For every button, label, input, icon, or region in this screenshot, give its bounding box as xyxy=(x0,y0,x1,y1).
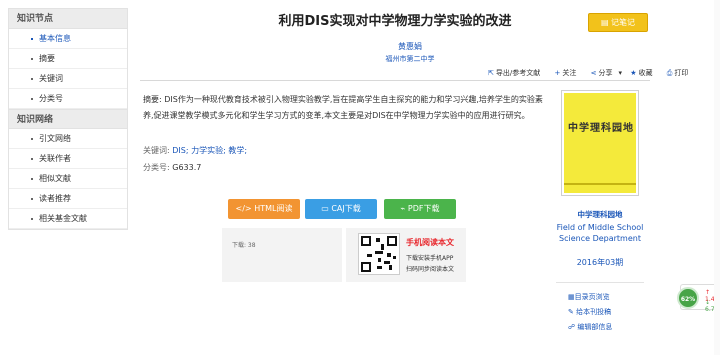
journal-editorial-link[interactable]: ☍ 编辑部信息 xyxy=(568,322,612,332)
page-title: 利用DIS实现对中学物理力学实验的改进 xyxy=(278,14,512,29)
mobile-read-line2: 扫码同步阅读本文 xyxy=(406,266,455,273)
download-count: 下载: 38 xyxy=(232,242,256,249)
sidebar-item-classification[interactable]: 分类号 xyxy=(9,89,127,109)
affiliation-link[interactable]: 福州市第二中学 xyxy=(140,54,680,64)
printer-icon: ⎙ xyxy=(666,69,673,77)
plus-icon: + xyxy=(554,69,561,77)
book-icon: ▭ xyxy=(321,204,332,213)
journal-cover-image[interactable]: 中学理科园地 xyxy=(561,90,639,196)
author-link[interactable]: 黄惠娟 xyxy=(140,41,680,52)
print-tool[interactable]: ⎙ 打印 xyxy=(667,69,695,77)
caj-download-button[interactable]: ▭ CAJ下载 xyxy=(305,199,377,219)
pen-icon: ✎ xyxy=(568,308,577,316)
abstract-block: 摘要: DIS作为一种现代教育技术被引入物理实验教学,旨在提高学生自主探究的能力… xyxy=(143,92,553,124)
mobile-read-line1: 下载安装手机APP xyxy=(406,255,454,262)
journal-submit-link[interactable]: ✎ 给本刊投稿 xyxy=(568,307,611,317)
abstract-label: 摘要: xyxy=(143,95,162,104)
export-label: 导出/参考文献 xyxy=(495,69,541,77)
people-icon: ☍ xyxy=(568,323,578,331)
note-icon: ▤ xyxy=(600,18,612,27)
journal-toc-label: 目录页浏览 xyxy=(574,293,610,301)
sidebar-item-related-authors[interactable]: 关联作者 xyxy=(9,149,127,169)
sidebar-item-basic-info[interactable]: 基本信息 xyxy=(9,29,127,49)
share-label: 分享 xyxy=(598,69,613,77)
sidebar-item-reader-recommend[interactable]: 读者推荐 xyxy=(9,189,127,209)
classification-value: G633.7 xyxy=(172,163,202,172)
toc-icon: ▦ xyxy=(568,293,575,301)
code-icon: </> xyxy=(235,204,255,213)
journal-divider xyxy=(556,282,644,283)
sidebar-item-similar-literature[interactable]: 相似文献 xyxy=(9,169,127,189)
journal-toc-link[interactable]: ▦目录页浏览 xyxy=(568,292,610,302)
sidebar-item-citation-network[interactable]: 引文网络 xyxy=(9,129,127,149)
usage-percent-badge[interactable]: 62% xyxy=(677,287,699,309)
export-tool[interactable]: ⇱ 导出/参考文献 xyxy=(488,69,546,77)
classification-row: 分类号: G633.7 xyxy=(143,162,201,173)
journal-submit-label: 给本刊投稿 xyxy=(576,308,612,316)
journal-english-name[interactable]: Field of Middle School Science Departmen… xyxy=(556,222,644,244)
caj-download-label: CAJ下载 xyxy=(331,204,361,213)
sidebar-group-knowledge-nodes: 知识节点 xyxy=(9,9,127,29)
pdf-download-label: PDF下载 xyxy=(407,204,440,213)
mobile-read-box: 手机阅读本文 下载安装手机APP 扫码同步阅读本文 xyxy=(346,228,466,282)
header-divider xyxy=(140,80,650,81)
share-tool[interactable]: ⋖ 分享 ▾ xyxy=(591,69,622,77)
keywords-links[interactable]: DIS; 力学实验; 教学; xyxy=(172,146,247,155)
classification-label: 分类号: xyxy=(143,163,170,172)
pdf-icon: ⌁ xyxy=(400,204,408,213)
html-read-label: HTML阅读 xyxy=(254,204,293,213)
star-icon: ★ xyxy=(630,69,637,77)
journal-editorial-label: 编辑部信息 xyxy=(577,323,613,331)
qr-code-icon xyxy=(358,233,400,275)
sidebar-item-related-funds[interactable]: 相关基金文献 xyxy=(9,209,127,229)
follow-tool[interactable]: + 关注 xyxy=(554,69,582,77)
journal-cover-title: 中学理科园地 xyxy=(568,123,634,134)
follow-label: 关注 xyxy=(562,69,577,77)
sidebar-item-abstract[interactable]: 摘要 xyxy=(9,49,127,69)
favorite-tool[interactable]: ★ 收藏 xyxy=(630,69,658,77)
export-icon: ⇱ xyxy=(488,69,494,77)
page-scrollbar[interactable] xyxy=(714,0,720,355)
keywords-label: 关键词: xyxy=(143,146,170,155)
keywords-row: 关键词: DIS; 力学实验; 教学; xyxy=(143,145,247,156)
share-icon: ⋖ xyxy=(590,69,597,77)
html-read-button[interactable]: </> HTML阅读 xyxy=(228,199,300,219)
abstract-text: DIS作为一种现代教育技术被引入物理实验教学,旨在提高学生自主探究的能力和学习兴… xyxy=(143,95,543,120)
download-count-box: 下载: 38 xyxy=(222,228,342,282)
sidebar-group-knowledge-network: 知识网络 xyxy=(9,109,127,129)
take-note-label: 记笔记 xyxy=(611,18,636,27)
mobile-read-title: 手机阅读本文 xyxy=(406,238,454,247)
favorite-label: 收藏 xyxy=(638,69,653,77)
article-toolbar: ⇱ 导出/参考文献 + 关注 ⋖ 分享 ▾ ★ 收藏 ⎙ 打印 xyxy=(488,68,700,78)
take-note-button[interactable]: ▤ 记笔记 xyxy=(588,13,648,32)
journal-name-link[interactable]: 中学理科园地 xyxy=(556,209,644,220)
knowledge-sidebar: 知识节点 基本信息 摘要 关键词 分类号 知识网络 引文网络 关联作者 相似文献… xyxy=(8,8,128,230)
print-label: 打印 xyxy=(674,69,689,77)
journal-issue-link[interactable]: 2016年03期 xyxy=(556,257,644,268)
sidebar-item-keywords[interactable]: 关键词 xyxy=(9,69,127,89)
pdf-download-button[interactable]: ⌁ PDF下载 xyxy=(384,199,456,219)
